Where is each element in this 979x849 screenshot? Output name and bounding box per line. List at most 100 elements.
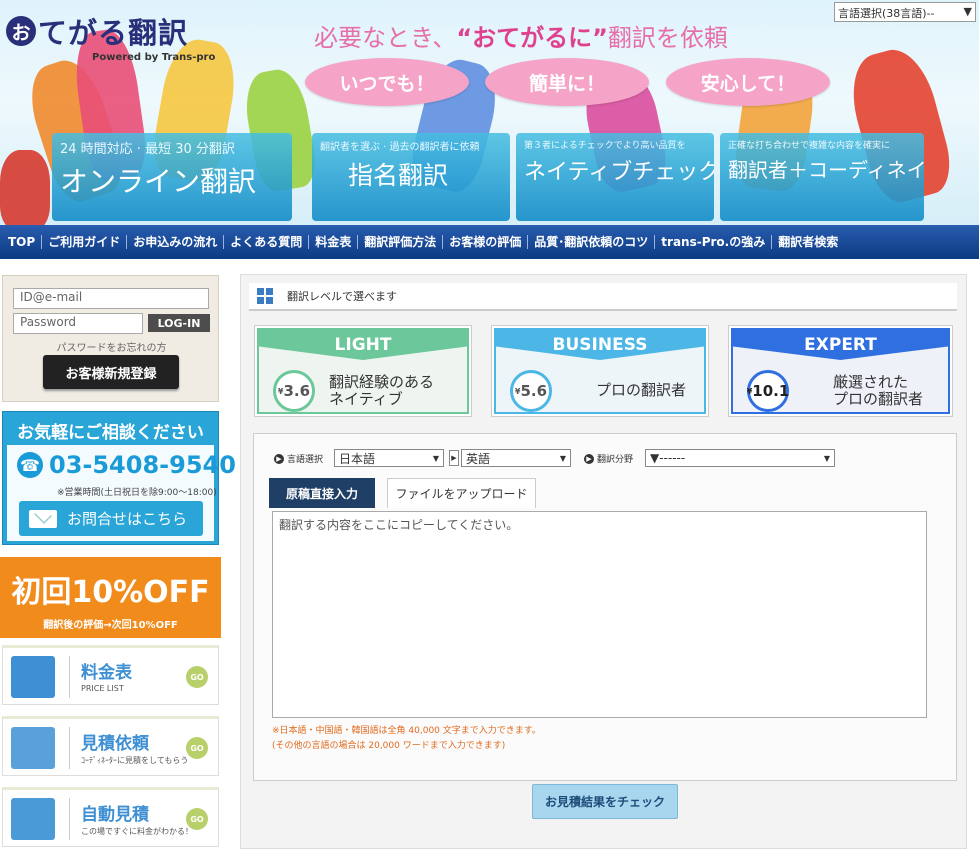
level-name: BUSINESS [496,330,704,360]
register-button[interactable]: お客様新規登録 [43,355,179,389]
service-title: ネイティブチェック [524,160,714,185]
language-select[interactable]: 言語選択(38言語)-- ▼ [834,2,976,22]
side-link-price-list[interactable]: 料金表 PRICE LIST GO [2,645,219,705]
tab-file-upload[interactable]: ファイルをアップロード [387,478,536,508]
promo-banner[interactable]: 初回10%OFF 翻訳後の評価→次回10%OFF [0,557,221,638]
service-sub: 翻訳者を選ぶ · 過去の翻訳者に依頼 [320,142,480,153]
business-hours: ※営業時間(土日祝日を除9:00～18:00) [57,488,217,498]
side-link-sub: この場ですぐに料金がわかる！ [81,827,193,836]
consult-panel: お気軽にご相談ください ☎ 03-5408-9540 ※営業時間(土日祝日を除9:… [2,411,236,545]
arrow-bullet-icon: ▶ [274,453,284,464]
tagline: 必要なとき、“おてがるに”翻訳を依頼 [314,18,728,53]
service-sub: 第３者によるチェックでより高い品質を [524,141,686,151]
promo-title: 初回10%OFF [11,575,210,610]
service-sub: 24 時間対応 · 最短 30 分翻訳 [60,142,235,157]
translation-form: ▶ 言語選択 日本語 ▼ ▶ 英語 ▼ ▶ 翻訳分野 ▼------ ▼ 原稿直接入力 フ… [253,433,957,781]
nav-translator-search[interactable]: 翻訳者検索 [771,235,844,249]
nav-strengths[interactable]: trans-Pro.の強み [654,235,771,249]
service-nominated-translation[interactable]: 翻訳者を選ぶ · 過去の翻訳者に依頼 指名翻訳 [312,133,510,221]
nav-guide[interactable]: ご利用ガイド [41,235,126,249]
level-description: プロの翻訳者 [596,381,687,399]
divider [69,798,70,840]
go-icon: GO [186,808,208,830]
service-title: 翻訳者＋コーディネイト [728,158,924,182]
pill-anytime: いつでも！ [305,58,469,106]
field-select[interactable]: ▼------ ▼ [645,449,835,467]
login-panel: ID@e-mail Password LOG-IN パスワードをお忘れの方 お客… [2,275,219,402]
service-sub: 正確な打ち合わせで複雑な内容を確実に [728,141,891,151]
calculator-icon [11,727,55,769]
logo-mark: お [6,16,36,46]
nav-price[interactable]: 料金表 [308,235,357,249]
level-business[interactable]: BUSINESS ¥5.6 プロの翻訳者 [491,325,709,417]
hand-decoration [0,150,50,225]
level-light[interactable]: LIGHT ¥3.6 翻訳経験のある ネイティブ [254,325,472,417]
target-language-select[interactable]: 英語 ▼ [461,449,571,467]
level-expert[interactable]: EXPERT ¥10.1 厳選された プロの翻訳者 [728,325,953,417]
go-icon: GO [186,666,208,688]
side-link-sub: PRICE LIST [81,684,124,693]
forgot-password-link[interactable]: パスワードをお忘れの方 [3,339,220,354]
dropdown-arrow-icon: ▼ [559,453,566,463]
service-title: 指名翻訳 [348,161,449,190]
contact-button-label: お問合せはこちら [67,510,188,528]
side-link-title: 料金表 [81,663,132,683]
go-icon: GO [186,737,208,759]
phone-number[interactable]: ☎ 03-5408-9540 [17,451,236,479]
yen-coin-icon: ¥5.6 [510,370,552,412]
pill-easy: 簡単に！ [485,58,649,106]
side-link-quote-request[interactable]: 見積依頼 ｺｰﾃﾞｨﾈｰﾀｰに見積をしてもらう GO [2,716,219,776]
level-description: 翻訳経験のある ネイティブ [329,373,435,408]
language-select-value: 言語選択(38言語)-- [838,7,935,20]
level-description: 厳選された プロの翻訳者 [833,373,924,408]
language-label: ▶ 言語選択 [274,452,323,465]
nav-tips[interactable]: 品質･翻訳依頼のコツ [527,235,654,249]
check-quote-button[interactable]: お見積結果をチェック [532,784,678,819]
divider [69,727,70,769]
consult-title: お気軽にご相談ください [17,423,204,443]
grid-icon [257,288,273,304]
section-title: 翻訳レベルで選べます [287,290,397,303]
dropdown-arrow-icon: ▼ [963,5,972,18]
logo-subtitle: Powered by Trans-pro [92,52,216,63]
yen-coin-icon: ¥10.1 [747,370,789,412]
password-input[interactable]: Password [13,313,143,334]
source-text-input[interactable]: 翻訳する内容をここにコピーしてください。 [272,511,927,718]
service-coordinate[interactable]: 正確な打ち合わせで複雑な内容を確実に 翻訳者＋コーディネイト [720,133,924,221]
mail-icon [29,509,57,528]
promo-subtitle: 翻訳後の評価→次回10%OFF [43,620,178,631]
side-link-sub: ｺｰﾃﾞｨﾈｰﾀｰに見積をしてもらう [81,756,189,765]
computer-icon [11,798,55,840]
nav-flow[interactable]: お申込みの流れ [126,235,223,249]
login-button[interactable]: LOG-IN [148,314,210,332]
nav-reviews[interactable]: お客様の評価 [442,235,527,249]
level-name: LIGHT [259,330,467,360]
service-native-check[interactable]: 第３者によるチェックでより高い品質を ネイティブチェック [516,133,714,221]
nav-evaluation-method[interactable]: 翻訳評価方法 [357,235,442,249]
pill-safe: 安心して！ [666,58,830,106]
service-online-translation[interactable]: 24 時間対応 · 最短 30 分翻訳 オンライン翻訳 [52,133,292,221]
consult-body: ☎ 03-5408-9540 ※営業時間(土日祝日を除9:00～18:00) お問… [7,445,236,541]
side-link-title: 自動見積 [81,805,149,825]
input-limit-note: ※日本語・中国語・韓国語は全角 40,000 文字まで入力できます。 (その他の言… [272,726,541,751]
nav-top[interactable]: TOP [6,235,41,249]
site-logo[interactable]: お てがる翻訳 [6,10,188,52]
side-link-title: 見積依頼 [81,734,149,754]
source-language-select[interactable]: 日本語 ▼ [334,449,444,467]
tab-direct-input[interactable]: 原稿直接入力 [269,478,375,508]
email-input[interactable]: ID@e-mail [13,288,209,309]
main-nav: TOP ご利用ガイド お申込みの流れ よくある質問 料金表 翻訳評価方法 お客様… [0,225,979,259]
side-link-auto-quote[interactable]: 自動見積 この場ですぐに料金がわかる！ GO [2,787,219,847]
main-panel: 翻訳レベルで選べます LIGHT ¥3.6 翻訳経験のある ネイティブ BUSIN… [240,274,967,849]
logo-text: てがる翻訳 [38,16,189,50]
tagline-em: “おてがるに” [456,24,608,52]
contact-button[interactable]: お問合せはこちら [19,501,203,536]
service-title: オンライン翻訳 [60,165,257,198]
arrow-right-icon: ▶ [449,450,459,466]
yen-coin-icon: ¥3.6 [273,370,315,412]
price-list-icon [11,656,55,698]
field-label: ▶ 翻訳分野 [584,452,633,465]
tagline-post: 翻訳を依頼 [607,24,728,52]
nav-faq[interactable]: よくある質問 [223,235,308,249]
dropdown-arrow-icon: ▼ [823,453,830,463]
